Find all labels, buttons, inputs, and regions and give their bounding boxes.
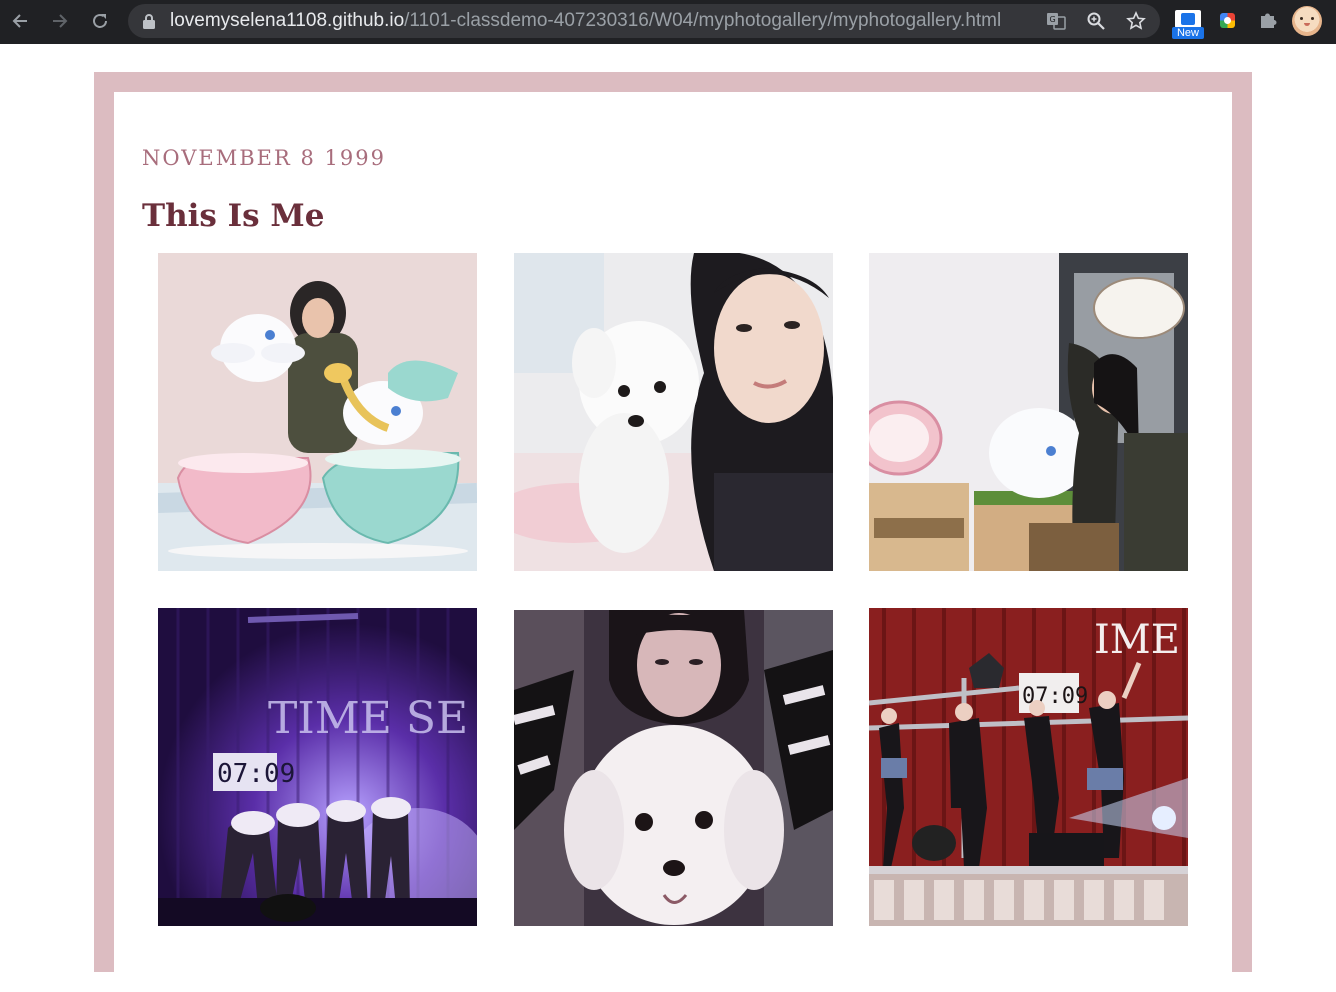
photo-cinnamoroll-teacups[interactable] [158, 253, 477, 571]
lock-icon[interactable] [142, 13, 156, 29]
post-date: NOVEMBER 8 1999 [142, 146, 386, 170]
photo-selfie-dog-closeup[interactable] [514, 610, 833, 926]
photo-amandier-cafe[interactable] [869, 253, 1188, 571]
page-content: NOVEMBER 8 1999 This Is Me TIME SE 07:09… [0, 44, 1336, 992]
star-icon[interactable] [1125, 10, 1147, 32]
svg-text:IME: IME [1094, 617, 1180, 663]
photo-stage-performance-red[interactable]: IME 07:09 [869, 608, 1188, 926]
zoom-icon[interactable] [1085, 10, 1107, 32]
address-bar[interactable]: lovemyselena1108.github.io/1101-classdem… [128, 4, 1160, 38]
back-arrow-icon[interactable] [6, 7, 34, 35]
extension-icon[interactable]: New [1172, 8, 1204, 40]
page-title: This Is Me [142, 198, 325, 234]
gallery-card: NOVEMBER 8 1999 This Is Me TIME SE 07:09… [114, 92, 1232, 992]
photo-selfie-with-white-dog[interactable] [514, 253, 833, 571]
browser-toolbar: lovemyselena1108.github.io/1101-classdem… [0, 0, 1336, 44]
svg-text:G: G [1050, 15, 1056, 24]
url-path: /1101-classdemo-407230316/W04/myphotogal… [404, 10, 1002, 31]
extension-new-badge: New [1172, 27, 1204, 39]
url-text[interactable]: lovemyselena1108.github.io/1101-classdem… [170, 11, 1001, 31]
photo-stage-dance-purple[interactable]: TIME SE 07:09 [158, 608, 477, 926]
pink-frame: NOVEMBER 8 1999 This Is Me TIME SE 07:09… [94, 72, 1252, 992]
svg-text:TIME SE: TIME SE [268, 693, 468, 744]
puzzle-icon[interactable] [1257, 9, 1279, 31]
url-host: lovemyselena1108.github.io [170, 10, 405, 31]
profile-avatar[interactable] [1292, 6, 1322, 36]
color-picker-icon[interactable] [1220, 13, 1235, 28]
svg-text:07:09: 07:09 [217, 759, 295, 789]
reload-icon[interactable] [86, 7, 114, 35]
translate-icon[interactable]: G [1045, 10, 1067, 32]
extension-box-icon [1175, 10, 1201, 28]
forward-arrow-icon[interactable] [46, 7, 74, 35]
